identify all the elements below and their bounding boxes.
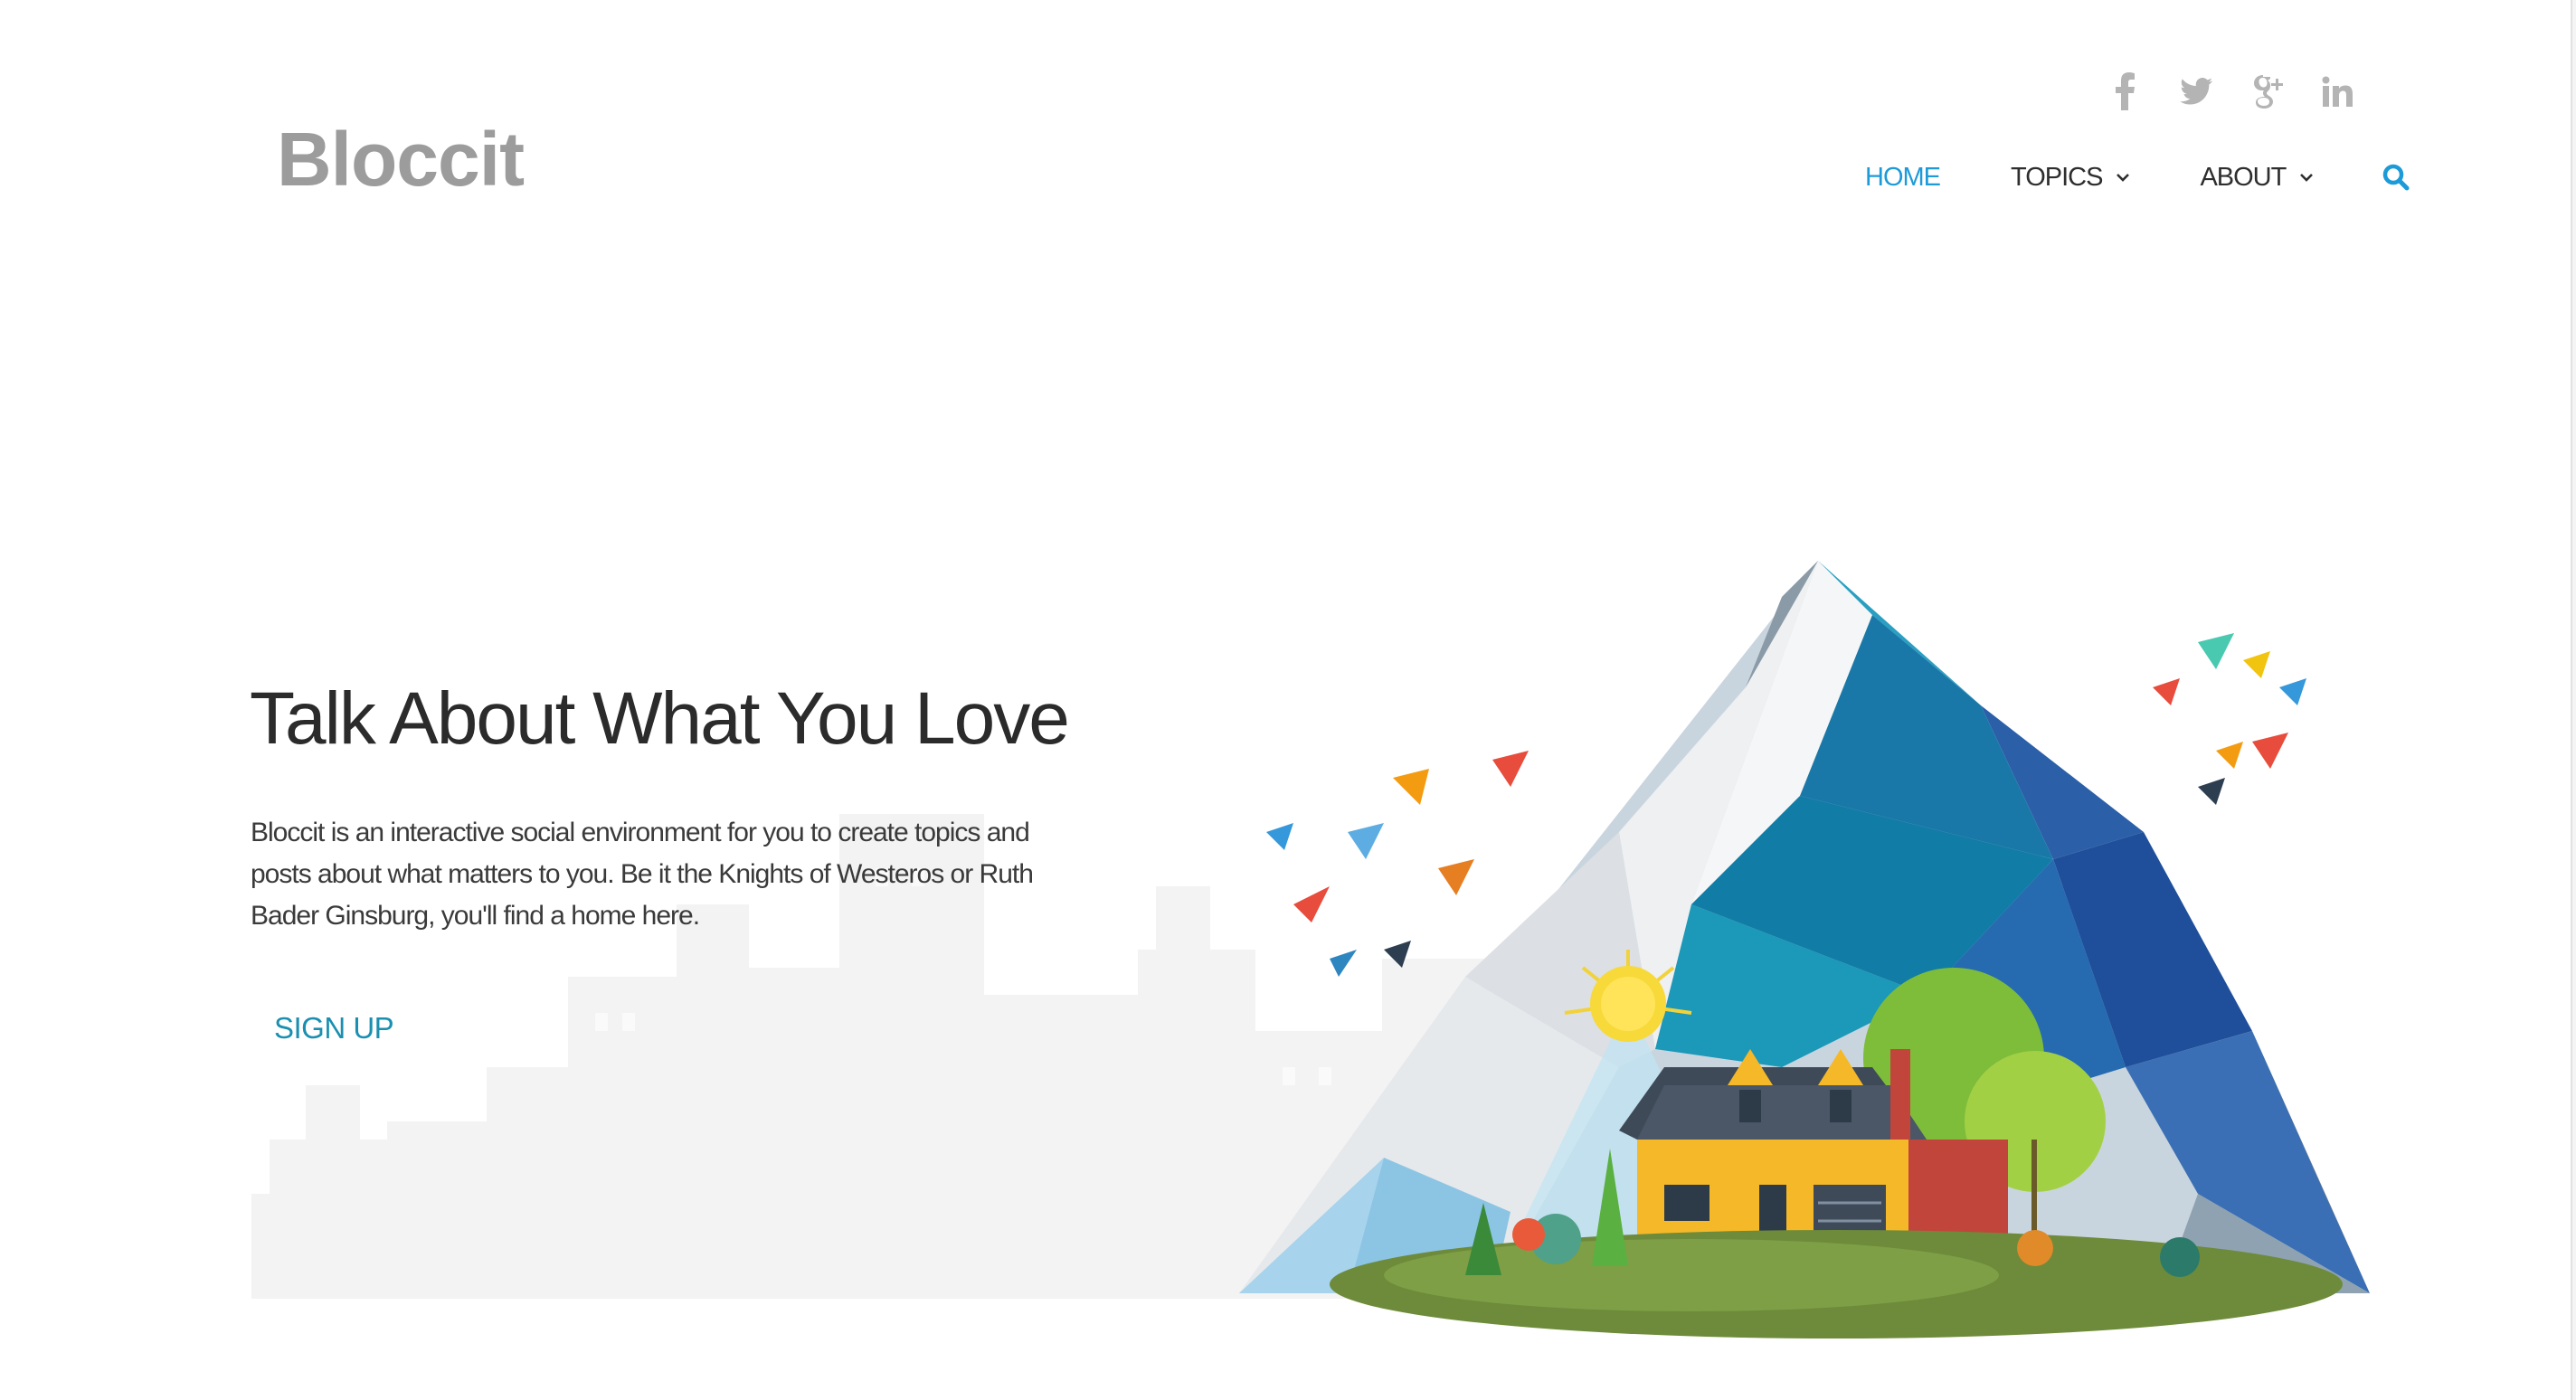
chevron-down-icon xyxy=(2117,174,2130,182)
social-links xyxy=(2107,69,2355,114)
nav-topics-label: TOPICS xyxy=(2011,162,2103,192)
twitter-icon[interactable] xyxy=(2178,69,2214,114)
chevron-down-icon xyxy=(2300,174,2314,182)
nav-topics[interactable]: TOPICS xyxy=(2011,163,2131,193)
scrollbar[interactable] xyxy=(2571,0,2576,1400)
google-plus-icon[interactable] xyxy=(2249,69,2285,114)
mountain-house-illustration xyxy=(1239,561,2370,1339)
hero-description: Bloccit is an interactive social environ… xyxy=(251,818,1034,931)
nav-home[interactable]: HOME xyxy=(1865,162,1941,193)
search-icon[interactable] xyxy=(2380,161,2412,194)
main-nav: HOME TOPICS ABOUT xyxy=(1865,161,2412,194)
site-logo[interactable]: Bloccit xyxy=(277,116,525,203)
nav-home-label: HOME xyxy=(1865,162,1941,192)
nav-about-label: ABOUT xyxy=(2200,162,2287,192)
linkedin-icon[interactable] xyxy=(2319,69,2355,114)
hero-title: Talk About What You Love xyxy=(250,677,1070,760)
page: Bloccit HOME TOPICS ABOUT Talk About Wha… xyxy=(0,0,2576,1400)
facebook-icon[interactable] xyxy=(2107,69,2144,114)
nav-about[interactable]: ABOUT xyxy=(2200,163,2315,193)
sign-up-button[interactable]: SIGN UP xyxy=(274,1011,394,1045)
